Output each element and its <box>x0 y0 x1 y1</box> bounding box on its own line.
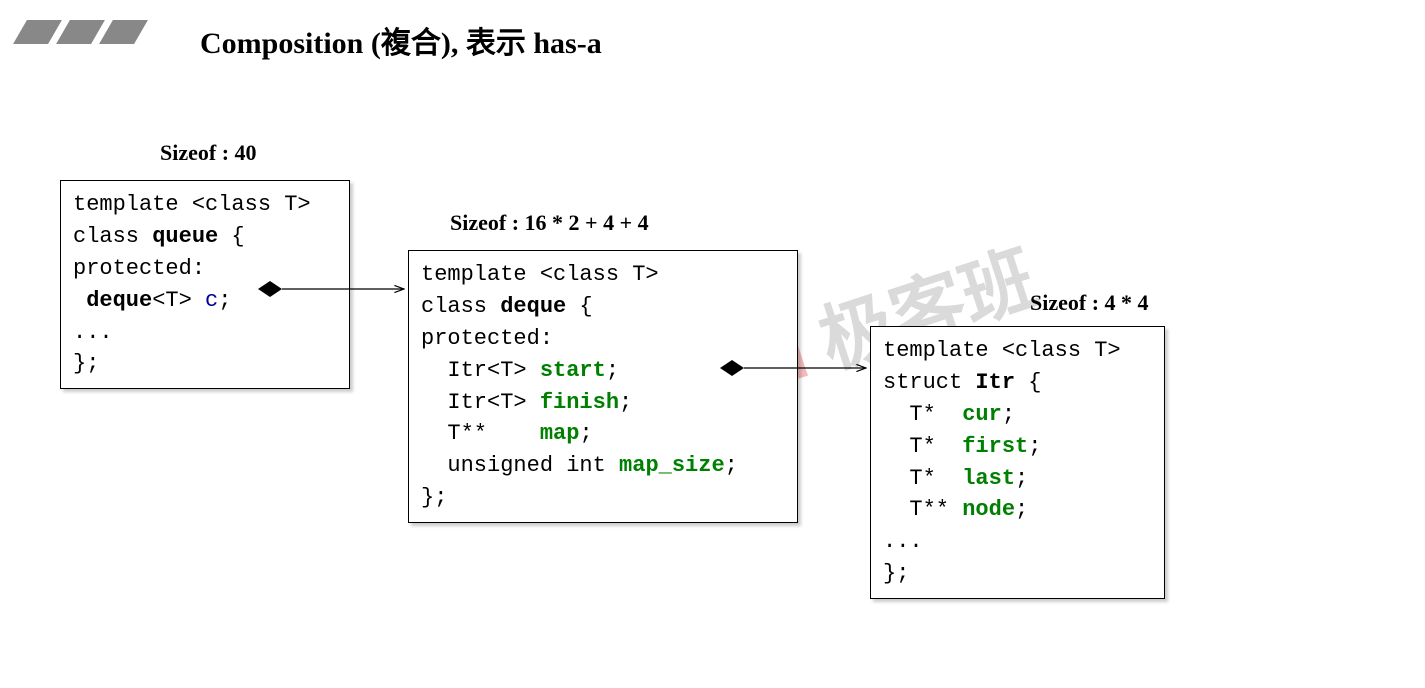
sizeof-itr: Sizeof : 4 * 4 <box>1030 290 1149 316</box>
page-title: Composition (複合), 表示 has-a <box>200 18 602 62</box>
sizeof-queue: Sizeof : 40 <box>160 140 257 166</box>
code-box-queue: template <class T> class queue { protect… <box>60 180 350 389</box>
sizeof-deque: Sizeof : 16 * 2 + 4 + 4 <box>450 210 649 236</box>
decorative-stripes <box>20 20 141 44</box>
code-box-itr: template <class T> struct Itr { T* cur; … <box>870 326 1165 599</box>
code-box-deque: template <class T> class deque { protect… <box>408 250 798 523</box>
